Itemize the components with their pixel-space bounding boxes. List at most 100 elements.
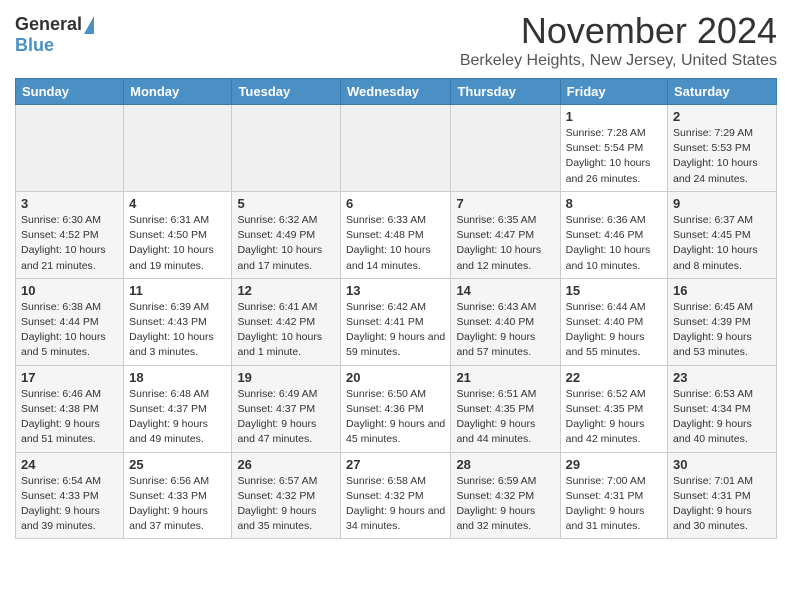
weekday-header-wednesday: Wednesday [341,79,451,105]
calendar-cell [124,105,232,192]
month-title: November 2024 [460,10,777,52]
day-number: 1 [566,109,662,124]
day-info: Sunrise: 6:39 AM Sunset: 4:43 PM Dayligh… [129,300,226,361]
calendar-cell: 10 Sunrise: 6:38 AM Sunset: 4:44 PM Dayli… [16,278,124,365]
calendar-cell [341,105,451,192]
calendar-cell: 2 Sunrise: 7:29 AM Sunset: 5:53 PM Daylig… [668,105,777,192]
day-number: 8 [566,196,662,211]
weekday-header-monday: Monday [124,79,232,105]
day-number: 24 [21,457,118,472]
day-number: 17 [21,370,118,385]
day-number: 25 [129,457,226,472]
day-number: 2 [673,109,771,124]
day-info: Sunrise: 6:30 AM Sunset: 4:52 PM Dayligh… [21,213,118,274]
day-info: Sunrise: 6:51 AM Sunset: 4:35 PM Dayligh… [456,387,554,448]
day-number: 23 [673,370,771,385]
day-info: Sunrise: 6:49 AM Sunset: 4:37 PM Dayligh… [237,387,335,448]
calendar-week-row: 10 Sunrise: 6:38 AM Sunset: 4:44 PM Dayli… [16,278,777,365]
day-info: Sunrise: 6:35 AM Sunset: 4:47 PM Dayligh… [456,213,554,274]
calendar-cell: 23 Sunrise: 6:53 AM Sunset: 4:34 PM Dayli… [668,365,777,452]
day-info: Sunrise: 6:42 AM Sunset: 4:41 PM Dayligh… [346,300,445,361]
day-number: 5 [237,196,335,211]
location-subtitle: Berkeley Heights, New Jersey, United Sta… [460,52,777,70]
day-number: 29 [566,457,662,472]
calendar-cell: 4 Sunrise: 6:31 AM Sunset: 4:50 PM Daylig… [124,191,232,278]
weekday-header-thursday: Thursday [451,79,560,105]
calendar-cell: 3 Sunrise: 6:30 AM Sunset: 4:52 PM Daylig… [16,191,124,278]
logo-blue-text: Blue [15,35,54,56]
day-info: Sunrise: 6:33 AM Sunset: 4:48 PM Dayligh… [346,213,445,274]
logo-general-text: General [15,14,82,35]
logo-triangle-icon [84,16,94,34]
calendar-cell: 12Sunrise: 6:41 AM Sunset: 4:42 PM Dayli… [232,278,341,365]
calendar-cell: 28Sunrise: 6:59 AM Sunset: 4:32 PM Dayli… [451,452,560,539]
calendar-cell [232,105,341,192]
day-info: Sunrise: 6:32 AM Sunset: 4:49 PM Dayligh… [237,213,335,274]
calendar-cell: 7 Sunrise: 6:35 AM Sunset: 4:47 PM Daylig… [451,191,560,278]
day-info: Sunrise: 6:50 AM Sunset: 4:36 PM Dayligh… [346,387,445,448]
day-number: 18 [129,370,226,385]
calendar-cell: 29 Sunrise: 7:00 AM Sunset: 4:31 PM Dayli… [560,452,667,539]
day-info: Sunrise: 6:43 AM Sunset: 4:40 PM Dayligh… [456,300,554,361]
day-info: Sunrise: 6:56 AM Sunset: 4:33 PM Dayligh… [129,474,226,535]
day-info: Sunrise: 7:00 AM Sunset: 4:31 PM Dayligh… [566,474,662,535]
weekday-header-sunday: Sunday [16,79,124,105]
day-number: 7 [456,196,554,211]
day-info: Sunrise: 6:36 AM Sunset: 4:46 PM Dayligh… [566,213,662,274]
day-number: 13 [346,283,445,298]
day-info: Sunrise: 6:44 AM Sunset: 4:40 PM Dayligh… [566,300,662,361]
calendar-cell: 26 Sunrise: 6:57 AM Sunset: 4:32 PM Dayli… [232,452,341,539]
day-info: Sunrise: 6:52 AM Sunset: 4:35 PM Dayligh… [566,387,662,448]
weekday-header-saturday: Saturday [668,79,777,105]
logo: General Blue [15,14,94,56]
day-number: 16 [673,283,771,298]
calendar-cell: 15 Sunrise: 6:44 AM Sunset: 4:40 PM Dayli… [560,278,667,365]
calendar-cell: 8 Sunrise: 6:36 AM Sunset: 4:46 PM Daylig… [560,191,667,278]
calendar-cell: 6 Sunrise: 6:33 AM Sunset: 4:48 PM Daylig… [341,191,451,278]
day-number: 26 [237,457,335,472]
day-info: Sunrise: 6:37 AM Sunset: 4:45 PM Dayligh… [673,213,771,274]
day-number: 9 [673,196,771,211]
day-number: 14 [456,283,554,298]
calendar-cell: 13 Sunrise: 6:42 AM Sunset: 4:41 PM Dayli… [341,278,451,365]
weekday-header-tuesday: Tuesday [232,79,341,105]
day-number: 6 [346,196,445,211]
calendar-week-row: 17 Sunrise: 6:46 AM Sunset: 4:38 PM Dayli… [16,365,777,452]
calendar-cell: 25 Sunrise: 6:56 AM Sunset: 4:33 PM Dayli… [124,452,232,539]
calendar-cell: 9 Sunrise: 6:37 AM Sunset: 4:45 PM Daylig… [668,191,777,278]
day-info: Sunrise: 6:46 AM Sunset: 4:38 PM Dayligh… [21,387,118,448]
day-info: Sunrise: 6:31 AM Sunset: 4:50 PM Dayligh… [129,213,226,274]
calendar-cell: 22 Sunrise: 6:52 AM Sunset: 4:35 PM Dayli… [560,365,667,452]
calendar-cell: 21Sunrise: 6:51 AM Sunset: 4:35 PM Dayli… [451,365,560,452]
day-number: 4 [129,196,226,211]
day-info: Sunrise: 6:48 AM Sunset: 4:37 PM Dayligh… [129,387,226,448]
day-info: Sunrise: 6:38 AM Sunset: 4:44 PM Dayligh… [21,300,118,361]
day-number: 10 [21,283,118,298]
day-info: Sunrise: 6:53 AM Sunset: 4:34 PM Dayligh… [673,387,771,448]
day-number: 11 [129,283,226,298]
day-info: Sunrise: 6:45 AM Sunset: 4:39 PM Dayligh… [673,300,771,361]
day-info: Sunrise: 7:01 AM Sunset: 4:31 PM Dayligh… [673,474,771,535]
day-number: 28 [456,457,554,472]
calendar-cell: 27 Sunrise: 6:58 AM Sunset: 4:32 PM Dayli… [341,452,451,539]
day-number: 3 [21,196,118,211]
calendar-week-row: 3 Sunrise: 6:30 AM Sunset: 4:52 PM Daylig… [16,191,777,278]
header: General Blue November 2024 Berkeley Heig… [15,10,777,70]
calendar-cell: 17 Sunrise: 6:46 AM Sunset: 4:38 PM Dayli… [16,365,124,452]
day-info: Sunrise: 6:58 AM Sunset: 4:32 PM Dayligh… [346,474,445,535]
calendar-cell: 30 Sunrise: 7:01 AM Sunset: 4:31 PM Dayli… [668,452,777,539]
day-number: 30 [673,457,771,472]
day-number: 15 [566,283,662,298]
calendar-cell: 18 Sunrise: 6:48 AM Sunset: 4:37 PM Dayli… [124,365,232,452]
day-info: Sunrise: 6:54 AM Sunset: 4:33 PM Dayligh… [21,474,118,535]
calendar-cell: 14 Sunrise: 6:43 AM Sunset: 4:40 PM Dayli… [451,278,560,365]
title-area: November 2024 Berkeley Heights, New Jers… [460,10,777,70]
day-number: 22 [566,370,662,385]
weekday-header-friday: Friday [560,79,667,105]
calendar-cell: 20Sunrise: 6:50 AM Sunset: 4:36 PM Dayli… [341,365,451,452]
day-number: 27 [346,457,445,472]
day-info: Sunrise: 6:57 AM Sunset: 4:32 PM Dayligh… [237,474,335,535]
weekday-header-row: SundayMondayTuesdayWednesdayThursdayFrid… [16,79,777,105]
day-info: Sunrise: 7:29 AM Sunset: 5:53 PM Dayligh… [673,126,771,187]
day-info: Sunrise: 6:41 AM Sunset: 4:42 PM Dayligh… [237,300,335,361]
